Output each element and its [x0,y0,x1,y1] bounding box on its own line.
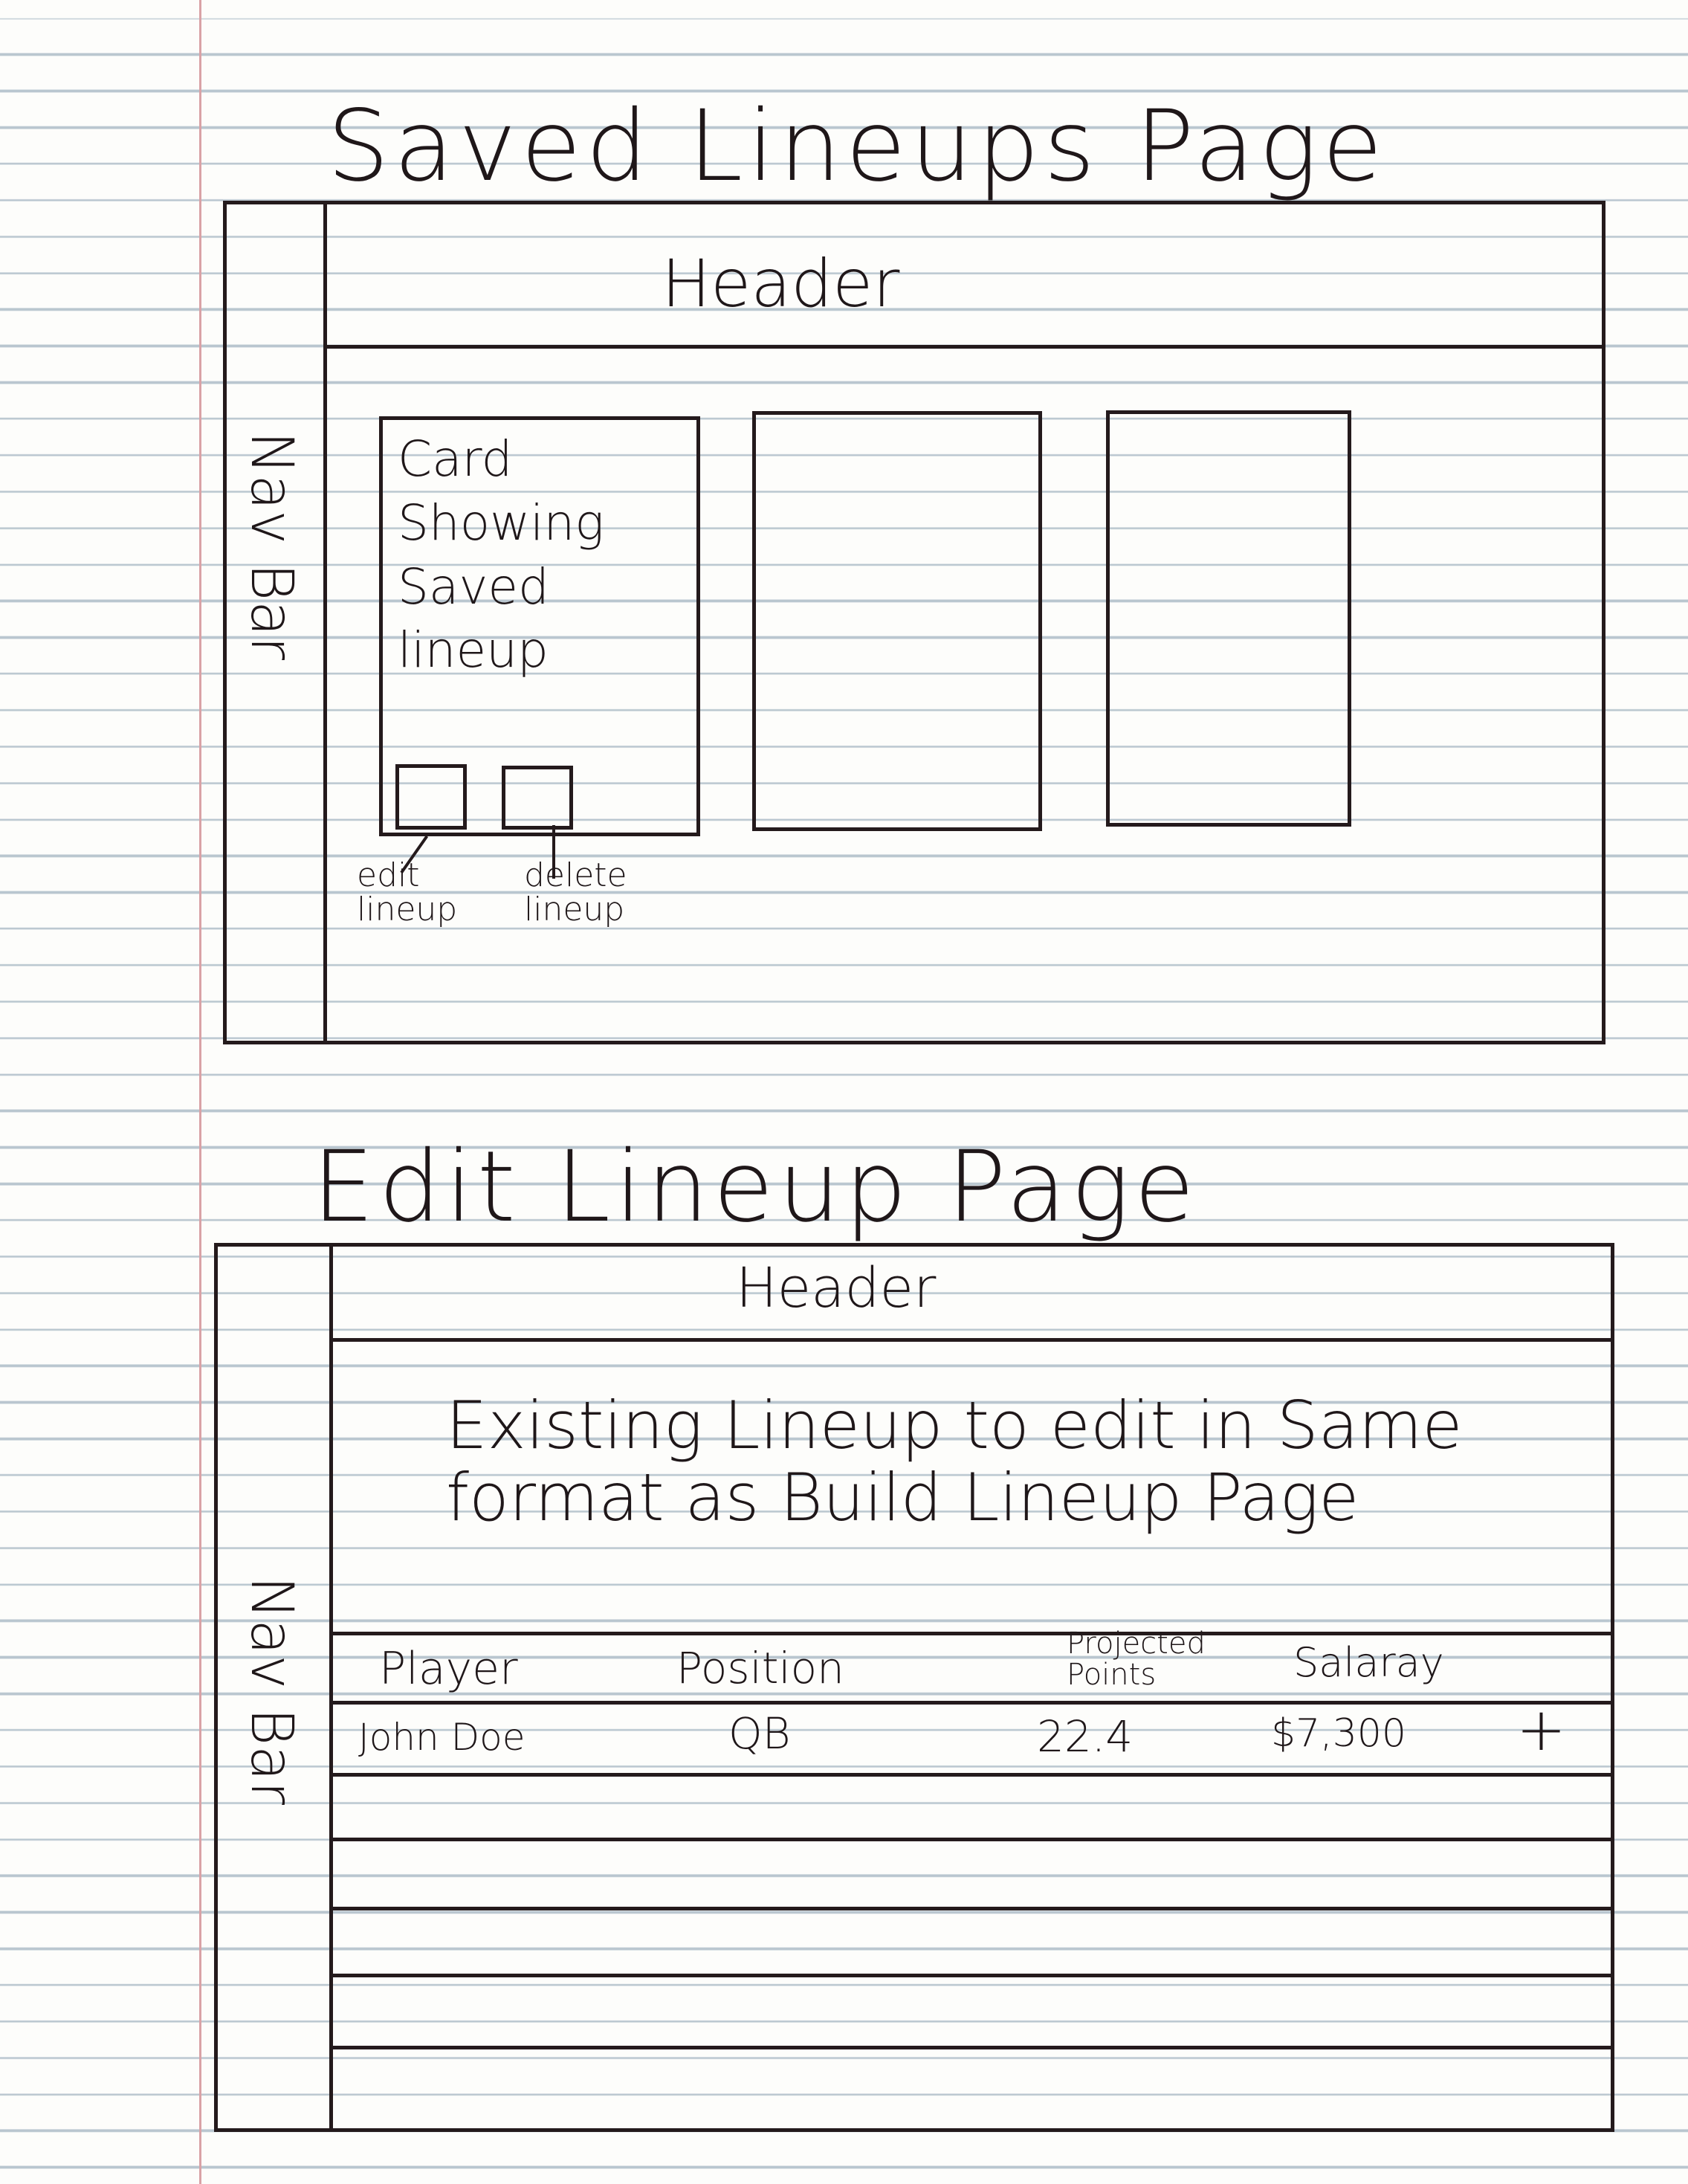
col-player: Player [379,1643,518,1695]
saved-lineup-card-2[interactable] [752,411,1042,831]
table-header-line [333,1701,1614,1705]
row-projected: 22.4 [1037,1711,1134,1762]
saved-header-divider [327,345,1605,349]
row-position: QB [728,1708,791,1759]
edit-lineup-note: edit lineup [357,856,458,929]
edit-header-divider [333,1338,1614,1342]
delete-lineup-button[interactable] [502,766,573,830]
col-salary: Salaray [1293,1639,1444,1686]
table-top-line [333,1632,1614,1635]
saved-lineup-card-3[interactable] [1106,410,1351,827]
table-row-line [333,1907,1614,1910]
row-player: John Doe [358,1716,526,1759]
saved-lineup-card-text: Card Showing Saved lineup [398,430,604,679]
col-position: Position [676,1643,844,1693]
table-row-line [333,1974,1614,1977]
col-projected: Projected Points [1067,1626,1206,1692]
table-row-line [333,1773,1614,1777]
edit-nav-bar-label: Nav Bar [238,1576,305,1806]
edit-lineup-button[interactable] [395,764,467,830]
saved-page-title: Saved Lineups Page [327,89,1388,204]
saved-header: Header [662,245,900,322]
table-row-line [333,2046,1614,2049]
row-salary: $7,300 [1271,1711,1406,1756]
saved-nav-bar-label: Nav Bar [238,431,305,661]
delete-lineup-note: delete lineup [524,856,627,929]
add-player-button[interactable]: + [1516,1695,1566,1764]
edit-header: Header [736,1256,937,1320]
edit-page-title: Edit Lineup Page [312,1130,1200,1244]
table-row-line [333,1838,1614,1841]
notebook-margin-line [199,0,201,2184]
edit-description: Existing Lineup to edit in Same format a… [446,1387,1463,1536]
